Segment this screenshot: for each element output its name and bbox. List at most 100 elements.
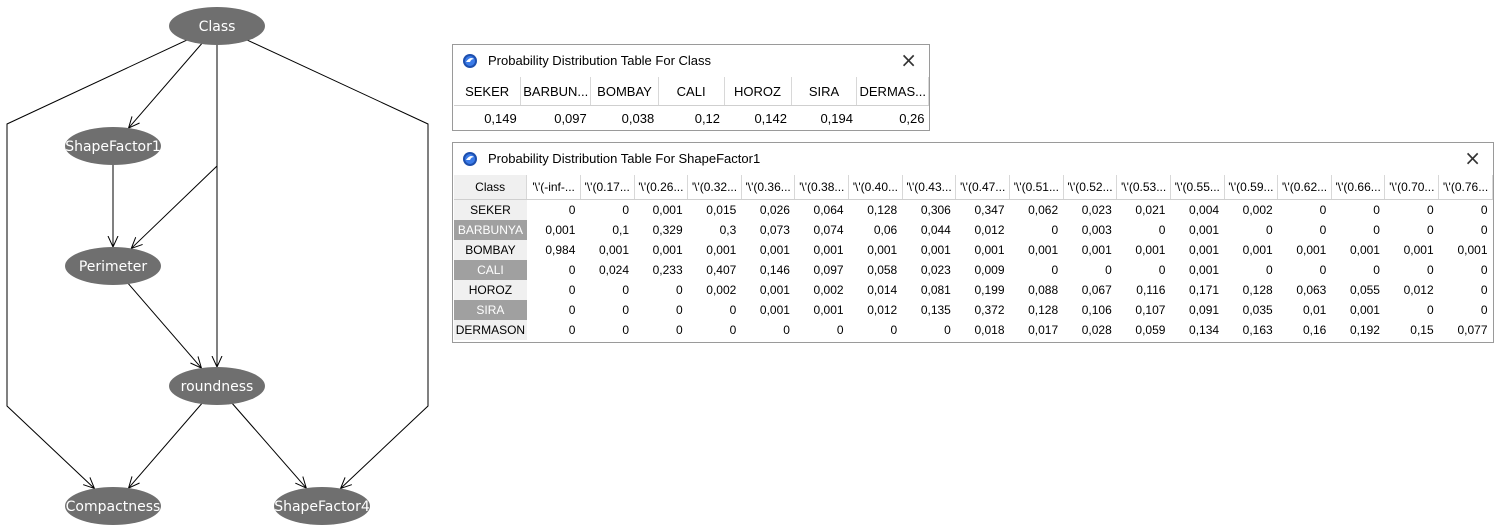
table-cell[interactable]: 0	[527, 300, 581, 320]
table-cell[interactable]: 0,012	[1385, 280, 1439, 300]
table-cell[interactable]: 0	[1385, 300, 1439, 320]
table-cell[interactable]: 0	[1010, 260, 1064, 280]
column-header[interactable]: '\'(0.59...	[1224, 175, 1279, 200]
table-cell[interactable]: 0,116	[1117, 280, 1171, 300]
table-cell[interactable]: 0	[688, 300, 742, 320]
node-roundness[interactable]: roundness	[169, 367, 265, 405]
table-cell[interactable]: 0	[902, 320, 956, 340]
table-cell[interactable]: 0	[1010, 220, 1064, 240]
table-cell[interactable]: 0,128	[849, 200, 903, 221]
node-shapefactor1[interactable]: ShapeFactor1	[65, 127, 161, 165]
table-cell[interactable]: 0,001	[902, 240, 956, 260]
table-cell[interactable]: 0,192	[1331, 320, 1385, 340]
table-cell[interactable]: 0	[1331, 200, 1385, 221]
table-cell[interactable]: 0,146	[741, 260, 795, 280]
table-cell[interactable]: 0	[1331, 220, 1385, 240]
column-header[interactable]: HOROZ	[724, 77, 792, 106]
column-header[interactable]: '\'(0.38...	[794, 175, 850, 200]
table-cell[interactable]: 0	[1224, 220, 1278, 240]
table-cell[interactable]: 0	[1439, 220, 1493, 240]
table-cell[interactable]: 0	[1385, 200, 1439, 221]
table-cell[interactable]: 0,142	[724, 106, 791, 132]
column-header[interactable]: SIRA	[791, 77, 858, 106]
class-window-titlebar[interactable]: Probability Distribution Table For Class…	[453, 45, 929, 76]
table-cell[interactable]: 0,347	[956, 200, 1010, 221]
table-cell[interactable]: 0	[1385, 260, 1439, 280]
table-cell[interactable]: 0,001	[741, 280, 795, 300]
table-cell[interactable]: 0	[688, 320, 742, 340]
table-cell[interactable]: 0,001	[1010, 240, 1064, 260]
table-cell[interactable]: 0,001	[741, 300, 795, 320]
table-cell[interactable]: 0	[527, 320, 581, 340]
table-cell[interactable]: 0,12	[658, 106, 724, 132]
table-cell[interactable]: 0,001	[634, 200, 688, 221]
table-cell[interactable]: 0,001	[580, 240, 634, 260]
table-cell[interactable]: 0,035	[1224, 300, 1278, 320]
node-perimeter[interactable]: Perimeter	[65, 247, 161, 285]
table-cell[interactable]: 0,001	[1331, 300, 1385, 320]
table-cell[interactable]: 0,015	[688, 200, 742, 221]
table-cell[interactable]: 0,233	[634, 260, 688, 280]
table-cell[interactable]: 0	[741, 320, 795, 340]
table-cell[interactable]: 0,001	[1063, 240, 1117, 260]
table-cell[interactable]: 0	[1439, 280, 1493, 300]
table-cell[interactable]: 0	[1117, 260, 1171, 280]
table-cell[interactable]: 0,002	[688, 280, 742, 300]
node-compactness[interactable]: Compactness	[65, 487, 161, 525]
table-cell[interactable]: 0,001	[1170, 240, 1224, 260]
table-cell[interactable]: 0,012	[956, 220, 1010, 240]
column-header[interactable]: BOMBAY	[590, 77, 659, 106]
column-header[interactable]: '\'(0.32...	[687, 175, 742, 200]
node-class[interactable]: Class	[169, 7, 265, 45]
table-cell[interactable]: 0,306	[902, 200, 956, 221]
table-cell[interactable]: 0,003	[1063, 220, 1117, 240]
table-cell[interactable]: 0	[1439, 200, 1493, 221]
table-cell[interactable]: 0	[1224, 260, 1278, 280]
table-cell[interactable]: 0,023	[1063, 200, 1117, 221]
table-cell[interactable]: 0,16	[1278, 320, 1332, 340]
table-cell[interactable]: 0,1	[580, 220, 634, 240]
table-cell[interactable]: 0,097	[521, 106, 591, 132]
close-icon[interactable]: ×	[1464, 147, 1481, 169]
table-cell[interactable]: 0	[580, 320, 634, 340]
table-cell[interactable]: 0,001	[1439, 240, 1493, 260]
column-header[interactable]: CALI	[658, 77, 725, 106]
table-cell[interactable]: 0,001	[1224, 240, 1278, 260]
table-cell[interactable]: 0	[1278, 260, 1332, 280]
table-cell[interactable]: 0,091	[1170, 300, 1224, 320]
table-cell[interactable]: 0,002	[795, 280, 849, 300]
table-cell[interactable]: 0	[1063, 260, 1117, 280]
table-cell[interactable]: 0,107	[1117, 300, 1171, 320]
close-icon[interactable]: ×	[900, 49, 917, 71]
table-cell[interactable]: 0,067	[1063, 280, 1117, 300]
table-cell[interactable]: 0,063	[1278, 280, 1332, 300]
table-cell[interactable]: 0,106	[1063, 300, 1117, 320]
table-cell[interactable]: 0,026	[741, 200, 795, 221]
table-cell[interactable]: 0,097	[795, 260, 849, 280]
table-cell[interactable]: 0,002	[1224, 200, 1278, 221]
table-cell[interactable]: 0,044	[902, 220, 956, 240]
table-cell[interactable]: 0	[527, 200, 581, 221]
table-cell[interactable]: 0,001	[1385, 240, 1439, 260]
table-cell[interactable]: 0,134	[1170, 320, 1224, 340]
column-header[interactable]: '\'(0.51...	[1009, 175, 1064, 200]
table-cell[interactable]: 0,372	[956, 300, 1010, 320]
table-cell[interactable]: 0,135	[902, 300, 956, 320]
column-header[interactable]: '\'(0.52...	[1063, 175, 1118, 200]
table-cell[interactable]: 0,128	[1224, 280, 1278, 300]
table-cell[interactable]: 0,021	[1117, 200, 1171, 221]
column-header[interactable]: '\'(0.70...	[1384, 175, 1440, 200]
column-header[interactable]: '\'(0.17...	[580, 175, 635, 200]
table-cell[interactable]: 0,009	[956, 260, 1010, 280]
table-cell[interactable]: 0,004	[1170, 200, 1224, 221]
table-cell[interactable]: 0,26	[857, 106, 929, 132]
table-cell[interactable]: 0,06	[849, 220, 903, 240]
column-header[interactable]: '\'(0.53...	[1116, 175, 1171, 200]
table-cell[interactable]: 0,001	[956, 240, 1010, 260]
table-cell[interactable]: 0,001	[1278, 240, 1332, 260]
table-cell[interactable]: 0,018	[956, 320, 1010, 340]
column-header[interactable]: '\'(0.26...	[634, 175, 689, 200]
column-header[interactable]: BARBUN...	[520, 77, 592, 106]
table-cell[interactable]: 0	[580, 280, 634, 300]
table-cell[interactable]: 0,014	[849, 280, 903, 300]
